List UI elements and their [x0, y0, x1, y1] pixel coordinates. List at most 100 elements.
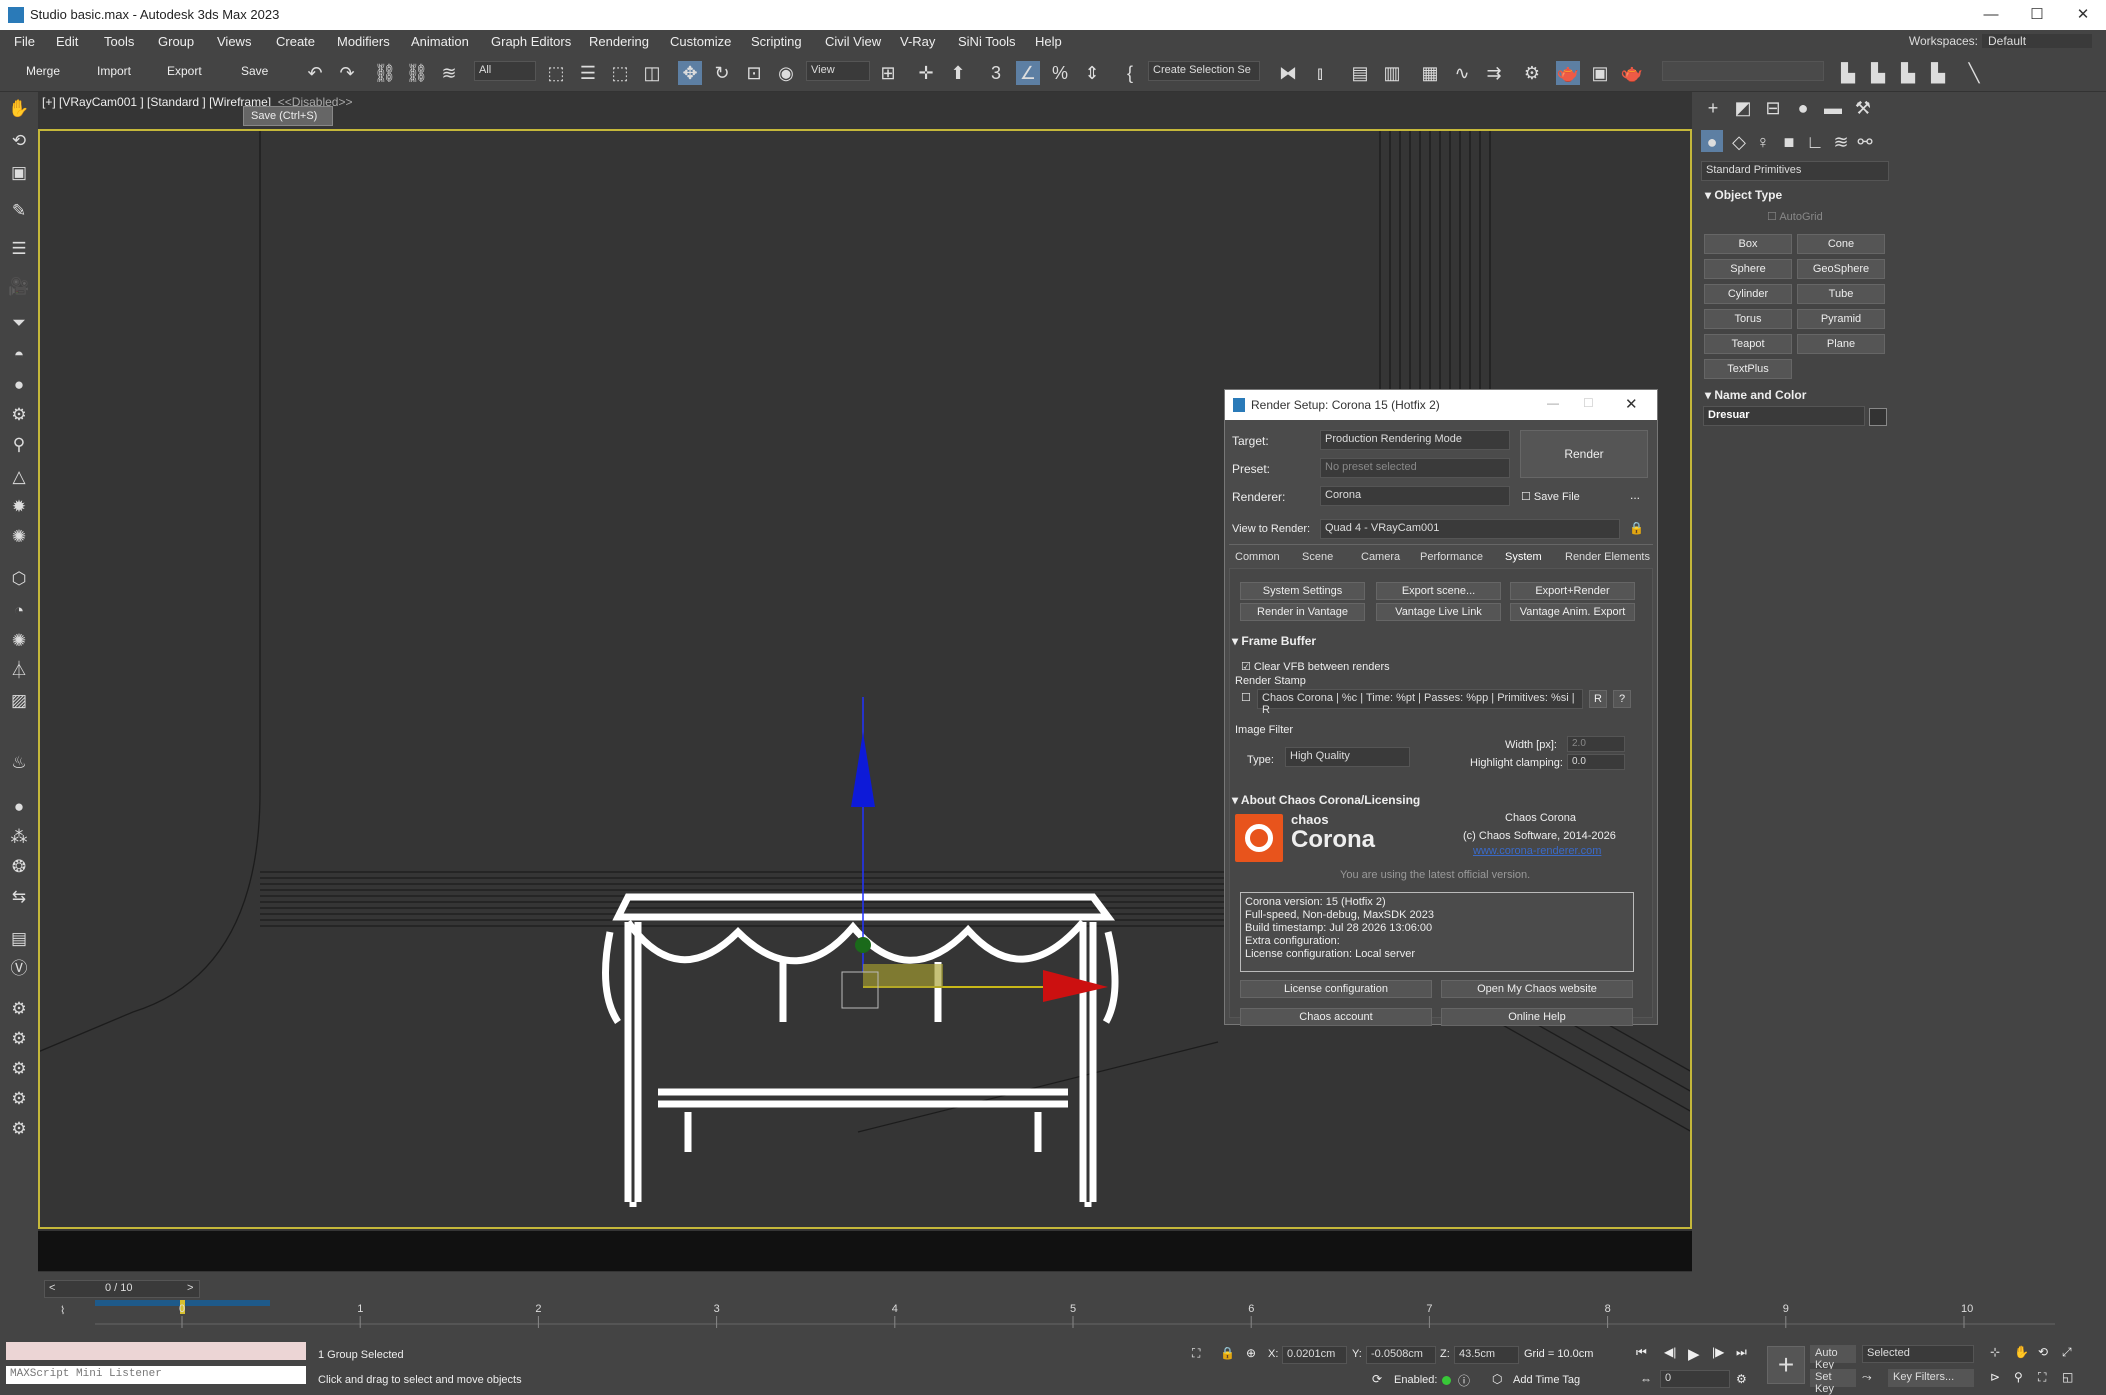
object-name-field[interactable]: Dresuar	[1703, 406, 1865, 426]
bell-icon[interactable]: △	[8, 466, 30, 488]
adaptive-degradation-icon[interactable]: ⟳	[1372, 1372, 1382, 1386]
menu-edit[interactable]: Edit	[56, 34, 78, 49]
placement-icon[interactable]: ◉	[774, 61, 798, 85]
tab-system[interactable]: System	[1505, 551, 1542, 563]
walk-icon[interactable]: ⚲	[2014, 1370, 2023, 1384]
menu-group[interactable]: Group	[158, 34, 194, 49]
align-icon[interactable]: ⫾	[1308, 61, 1332, 85]
sphere-button[interactable]: Sphere	[1704, 259, 1792, 279]
version-info-box[interactable]: Corona version: 15 (Hotfix 2) Full-speed…	[1240, 892, 1634, 972]
scale-icon[interactable]: ⊡	[742, 61, 766, 85]
zoom-icon[interactable]: ⊳	[1990, 1370, 2000, 1384]
percent-snap-icon[interactable]: %	[1048, 61, 1072, 85]
sun-icon[interactable]: ✹	[8, 496, 30, 518]
dome-icon[interactable]: ◓	[8, 344, 30, 366]
ribbon-icon[interactable]: ▦	[1418, 61, 1442, 85]
filter-type-dropdown[interactable]: High Quality	[1285, 747, 1410, 767]
paint-icon[interactable]: ✎	[8, 200, 30, 222]
fur-icon[interactable]: ◔	[8, 600, 30, 622]
edit-named-sets-icon[interactable]: {	[1118, 61, 1142, 85]
menu-tools[interactable]: Tools	[104, 34, 134, 49]
light-icon[interactable]: ⏷	[8, 312, 30, 334]
material-sphere-icon[interactable]: ●	[8, 796, 30, 818]
window-crossing-icon[interactable]: ◫	[640, 61, 664, 85]
teapot-button[interactable]: Teapot	[1704, 334, 1792, 354]
timeline-ruler[interactable]: 0 1 2 3 4 5 6 7 8 9 10	[95, 1298, 2055, 1330]
box-button[interactable]: Box	[1704, 234, 1792, 254]
key-tangent-icon[interactable]: ⤳	[1862, 1370, 1872, 1385]
sky-icon[interactable]: ✺	[8, 526, 30, 548]
menu-sini-tools[interactable]: SiNi Tools	[958, 34, 1016, 49]
box-proxy-icon[interactable]: ⬡	[8, 568, 30, 590]
hand-tool-icon[interactable]: ✋	[8, 98, 30, 120]
cone-button[interactable]: Cone	[1797, 234, 1885, 254]
menu-graph-editors[interactable]: Graph Editors	[491, 34, 571, 49]
render-stamp-field[interactable]: Chaos Corona | %c | Time: %pt | Passes: …	[1257, 689, 1583, 716]
corona-website-link[interactable]: www.corona-renderer.com	[1473, 845, 1601, 857]
cameras-icon[interactable]: ■	[1777, 130, 1801, 154]
snaps-toggle-icon[interactable]: 3	[984, 61, 1008, 85]
prev-frame-icon[interactable]: <	[49, 1282, 55, 1294]
tool-b-icon[interactable]: ⚙	[8, 1028, 30, 1050]
link-icon[interactable]: ⛓	[373, 61, 397, 85]
menu-create[interactable]: Create	[276, 34, 315, 49]
toolbar-extra-3-icon[interactable]: ▙	[1896, 61, 1920, 85]
lock-view-icon[interactable]: 🔒	[1629, 521, 1644, 535]
spinner-snap-icon[interactable]: ⇕	[1080, 61, 1104, 85]
mirror-icon[interactable]: ⧓	[1276, 61, 1300, 85]
tab-scene[interactable]: Scene	[1302, 551, 1333, 563]
object-color-swatch[interactable]	[1869, 408, 1887, 426]
menu-scripting[interactable]: Scripting	[751, 34, 802, 49]
undo-icon[interactable]: ↶	[303, 61, 327, 85]
modify-tab-icon[interactable]: ◩	[1731, 96, 1755, 120]
license-configuration-button[interactable]: License configuration	[1240, 980, 1432, 998]
sphere-light-icon[interactable]: ●	[8, 374, 30, 396]
key-selected-dropdown[interactable]: Selected	[1862, 1345, 1974, 1363]
rect-selection-icon[interactable]: ⬚	[608, 61, 632, 85]
named-selection-dropdown[interactable]: Create Selection Se	[1148, 61, 1260, 81]
maximize-viewport-icon[interactable]: ⤢	[2062, 1345, 2072, 1360]
render-stamp-checkbox[interactable]: ☐	[1241, 691, 1251, 704]
info-icon[interactable]: ⓘ	[1458, 1372, 1470, 1389]
workspaces[interactable]: Workspaces: Default	[1909, 34, 2092, 48]
prev-key-icon[interactable]: ◀|	[1664, 1345, 1676, 1359]
add-time-tag-button[interactable]: Add Time Tag	[1513, 1374, 1580, 1386]
goto-start-icon[interactable]: ⏮	[1636, 1345, 1647, 1360]
render-production-icon[interactable]: 🫖	[1620, 61, 1644, 85]
export-scene-button[interactable]: Export scene...	[1376, 582, 1501, 600]
converter-icon[interactable]: ⇆	[8, 886, 30, 908]
save-file-checkbox[interactable]: ☐ Save File	[1521, 490, 1580, 503]
menu-views[interactable]: Views	[217, 34, 251, 49]
select-by-name-icon[interactable]: ☰	[576, 61, 600, 85]
display-tab-icon[interactable]: ▬	[1821, 96, 1845, 120]
object-type-rollout[interactable]: ▾ Object Type	[1705, 188, 1782, 202]
torus-button[interactable]: Torus	[1704, 309, 1792, 329]
lights-icon[interactable]: ♀	[1751, 130, 1775, 154]
layer-explorer-icon[interactable]: ▥	[1380, 61, 1404, 85]
merge-button[interactable]: Merge	[26, 64, 60, 78]
render-preset-dropdown[interactable]	[1662, 61, 1824, 81]
highlight-clamping-field[interactable]: 0.0	[1567, 754, 1625, 770]
time-tag-icon[interactable]: ⬡	[1492, 1372, 1502, 1386]
tab-render-elements[interactable]: Render Elements	[1565, 551, 1650, 563]
open-my-chaos-button[interactable]: Open My Chaos website	[1441, 980, 1633, 998]
toolbar-extra-2-icon[interactable]: ▙	[1866, 61, 1890, 85]
dialog-minimize-button[interactable]: —	[1547, 396, 1559, 410]
render-setup-titlebar[interactable]: Render Setup: Corona 15 (Hotfix 2) — ☐ ✕	[1225, 390, 1657, 420]
dialog-maximize-button[interactable]: ☐	[1583, 396, 1594, 410]
export-button[interactable]: Export	[167, 64, 202, 78]
stamp-help-button[interactable]: ?	[1613, 690, 1631, 708]
rotate-icon[interactable]: ↻	[710, 61, 734, 85]
plane-button[interactable]: Plane	[1797, 334, 1885, 354]
play-icon[interactable]: ▶	[1688, 1345, 1700, 1363]
view-to-render-dropdown[interactable]: Quad 4 - VRayCam001	[1320, 519, 1620, 539]
curve-toggle-icon[interactable]: ⌇	[60, 1304, 65, 1317]
key-mode-icon[interactable]: ⇔	[1640, 1372, 1652, 1386]
stamp-reset-button[interactable]: R	[1589, 690, 1607, 708]
name-color-rollout[interactable]: ▾ Name and Color	[1705, 388, 1806, 402]
close-button[interactable]: ✕	[2060, 0, 2106, 30]
autogrid-checkbox[interactable]: ☐ AutoGrid	[1767, 210, 1823, 223]
render-button[interactable]: Render	[1520, 430, 1648, 478]
frame-buffer-rollout[interactable]: ▾ Frame Buffer	[1232, 634, 1316, 648]
pan-view-icon[interactable]: ✋	[2014, 1345, 2029, 1359]
